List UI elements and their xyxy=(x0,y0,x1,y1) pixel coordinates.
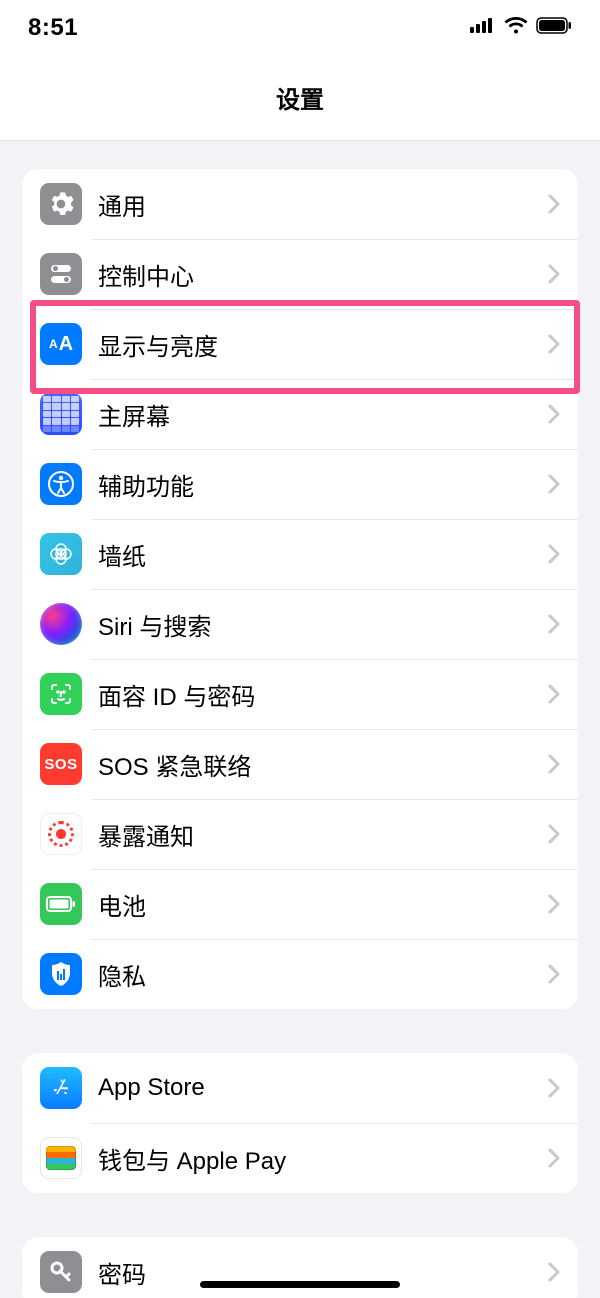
settings-row-wallet[interactable]: 钱包与 Apple Pay xyxy=(22,1123,578,1193)
settings-row-label: Siri 与搜索 xyxy=(98,607,548,642)
settings-row-label: 控制中心 xyxy=(98,257,548,292)
settings-row-display-brightness[interactable]: AA 显示与亮度 xyxy=(22,309,578,379)
chevron-right-icon xyxy=(548,1078,560,1098)
settings-row-home-screen[interactable]: 主屏幕 xyxy=(22,379,578,449)
switches-icon xyxy=(40,253,82,295)
chevron-right-icon xyxy=(548,474,560,494)
settings-row-faceid[interactable]: 面容 ID 与密码 xyxy=(22,659,578,729)
battery-icon xyxy=(536,17,572,39)
chevron-right-icon xyxy=(548,334,560,354)
settings-row-exposure[interactable]: 暴露通知 xyxy=(22,799,578,869)
chevron-right-icon xyxy=(548,614,560,634)
settings-row-label: 显示与亮度 xyxy=(98,327,548,362)
gear-icon xyxy=(40,183,82,225)
exposure-icon xyxy=(40,813,82,855)
status-icons xyxy=(470,16,572,39)
chevron-right-icon xyxy=(548,894,560,914)
faceid-icon xyxy=(40,673,82,715)
settings-row-appstore[interactable]: App Store xyxy=(22,1053,578,1123)
settings-row-sos[interactable]: SOS SOS 紧急联络 xyxy=(22,729,578,799)
settings-row-label: App Store xyxy=(98,1074,548,1102)
settings-row-label: 钱包与 Apple Pay xyxy=(98,1141,548,1176)
chevron-right-icon xyxy=(548,1262,560,1282)
cellular-icon xyxy=(470,17,496,38)
settings-group-2: App Store 钱包与 Apple Pay xyxy=(22,1053,578,1193)
settings-row-label: 面容 ID 与密码 xyxy=(98,677,548,712)
chevron-right-icon xyxy=(548,1148,560,1168)
chevron-right-icon xyxy=(548,264,560,284)
page-title: 设置 xyxy=(276,80,324,115)
settings-group-3: 密码 xyxy=(22,1237,578,1298)
settings-row-general[interactable]: 通用 xyxy=(22,169,578,239)
wifi-icon xyxy=(504,16,528,39)
settings-row-accessibility[interactable]: 辅助功能 xyxy=(22,449,578,519)
wallpaper-icon xyxy=(40,533,82,575)
status-bar: 8:51 xyxy=(0,0,600,55)
chevron-right-icon xyxy=(548,754,560,774)
settings-row-battery[interactable]: 电池 xyxy=(22,869,578,939)
chevron-right-icon xyxy=(548,684,560,704)
status-time: 8:51 xyxy=(28,14,78,42)
settings-row-siri[interactable]: Siri 与搜索 xyxy=(22,589,578,659)
chevron-right-icon xyxy=(548,194,560,214)
settings-group-1: 通用 控制中心 AA 显示与亮度 主屏幕 xyxy=(22,169,578,1009)
settings-row-label: 暴露通知 xyxy=(98,817,548,852)
chevron-right-icon xyxy=(548,824,560,844)
privacy-icon xyxy=(40,953,82,995)
chevron-right-icon xyxy=(548,544,560,564)
settings-row-privacy[interactable]: 隐私 xyxy=(22,939,578,1009)
settings-row-label: 辅助功能 xyxy=(98,467,548,502)
chevron-right-icon xyxy=(548,964,560,984)
appstore-icon xyxy=(40,1067,82,1109)
settings-row-label: 电池 xyxy=(98,887,548,922)
settings-row-control-center[interactable]: 控制中心 xyxy=(22,239,578,309)
settings-row-label: 墙纸 xyxy=(98,537,548,572)
key-icon xyxy=(40,1251,82,1293)
text-size-icon: AA xyxy=(40,323,82,365)
settings-row-label: 隐私 xyxy=(98,957,548,992)
home-screen-icon xyxy=(40,393,82,435)
content-area: 通用 控制中心 AA 显示与亮度 主屏幕 xyxy=(0,141,600,1298)
battery-icon xyxy=(40,883,82,925)
accessibility-icon xyxy=(40,463,82,505)
siri-icon xyxy=(40,603,82,645)
sos-icon: SOS xyxy=(40,743,82,785)
navbar: 设置 xyxy=(0,55,600,141)
settings-row-label: 通用 xyxy=(98,187,548,222)
settings-row-label: SOS 紧急联络 xyxy=(98,747,548,782)
settings-row-wallpaper[interactable]: 墙纸 xyxy=(22,519,578,589)
settings-row-label: 主屏幕 xyxy=(98,397,548,432)
settings-row-passwords[interactable]: 密码 xyxy=(22,1237,578,1298)
wallet-icon xyxy=(40,1137,82,1179)
home-indicator[interactable] xyxy=(200,1281,400,1288)
chevron-right-icon xyxy=(548,404,560,424)
